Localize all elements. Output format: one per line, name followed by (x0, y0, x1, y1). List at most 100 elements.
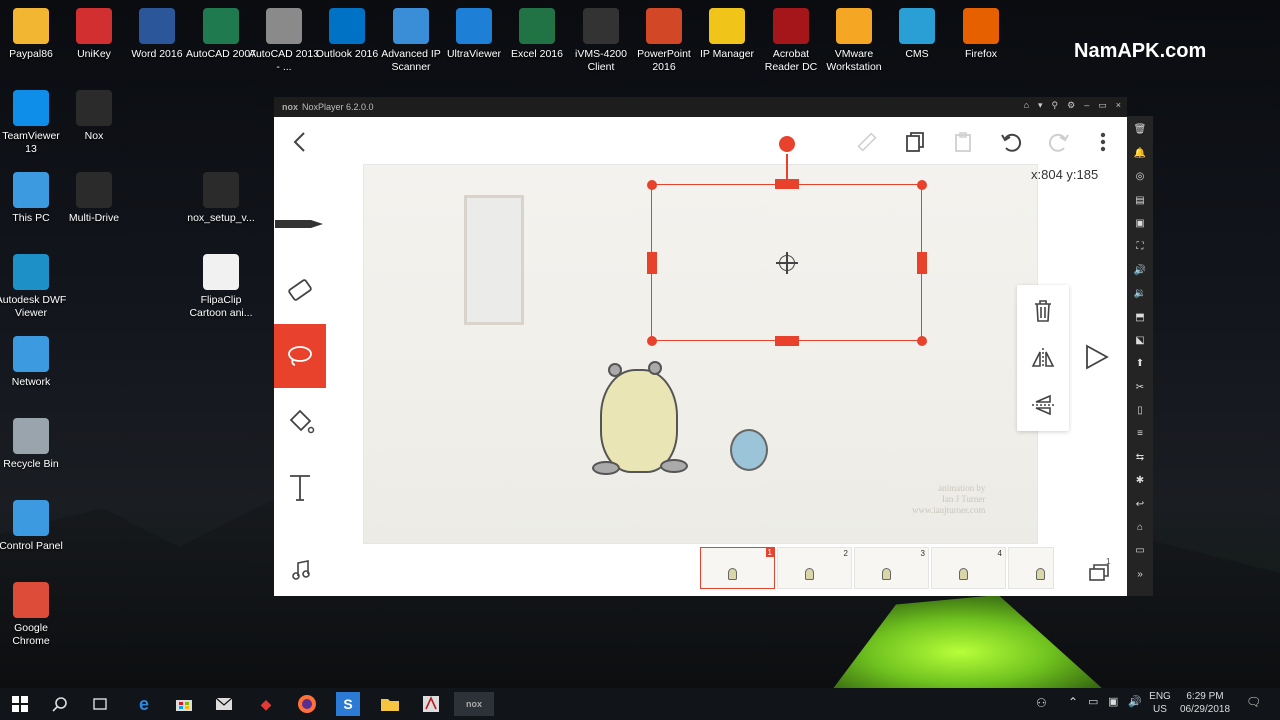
desktop-icon[interactable]: PowerPoint 2016 (628, 8, 700, 74)
desktop-icon[interactable]: UltraViewer (438, 8, 510, 61)
language-indicator[interactable]: ENG US (1148, 690, 1172, 716)
tray-chevron-icon[interactable]: ⌃ (1068, 696, 1078, 709)
desktop-icon[interactable]: Nox (58, 90, 130, 143)
undo-icon[interactable] (996, 127, 1026, 157)
desktop-icon[interactable]: Word 2016 (121, 8, 193, 61)
resize-handle-bottom[interactable] (775, 336, 799, 346)
desktop-icon[interactable]: This PC (0, 172, 67, 225)
resize-handle-top-left[interactable] (647, 180, 657, 190)
volume-icon[interactable]: 🔊 (1128, 696, 1142, 709)
desktop-icon[interactable]: Network (0, 336, 67, 389)
nox-side-tool-icon[interactable]: ▤ (1132, 191, 1148, 210)
nox-side-tool-icon[interactable]: ◎ (1132, 167, 1148, 186)
nox-side-tool-icon[interactable]: ▭ (1132, 541, 1148, 560)
text-tool-icon[interactable] (274, 456, 326, 520)
autocad-taskbar-icon[interactable] (419, 692, 443, 716)
settings-icon[interactable]: ⚙ (1067, 100, 1075, 111)
windows-start-icon[interactable] (8, 692, 32, 716)
desktop-icon[interactable]: Autodesk DWF Viewer (0, 254, 67, 320)
nox-side-tool-icon[interactable]: » (1132, 565, 1148, 584)
nox-side-tool-icon[interactable]: 🗑 (1132, 120, 1148, 139)
nox-side-tool-icon[interactable]: ⛶ (1132, 237, 1148, 256)
lasso-tool-icon[interactable] (274, 324, 326, 388)
copy-icon[interactable] (900, 127, 930, 157)
paste-icon[interactable] (948, 127, 978, 157)
frame-thumbnail[interactable]: 1 (700, 547, 775, 589)
desktop-icon[interactable]: Control Panel (0, 500, 67, 553)
nox-side-tool-icon[interactable]: 🔊 (1132, 261, 1148, 280)
nox-side-tool-icon[interactable]: ⬒ (1132, 308, 1148, 327)
desktop-icon[interactable]: UniKey (58, 8, 130, 61)
eraser-tool-icon[interactable] (274, 258, 326, 322)
nox-side-tool-icon[interactable]: ✂ (1132, 378, 1148, 397)
play-icon[interactable] (1084, 343, 1110, 378)
move-crosshair-icon[interactable] (776, 252, 798, 274)
desktop-icon[interactable]: Paypal86 (0, 8, 67, 61)
maximize-icon[interactable]: ▭ (1098, 100, 1107, 111)
nox-side-tool-icon[interactable]: ✱ (1132, 471, 1148, 490)
desktop-icon[interactable]: Google Chrome (0, 582, 67, 648)
rotate-handle[interactable] (779, 136, 795, 152)
desktop-icon[interactable]: iVMS-4200 Client (565, 8, 637, 74)
store-icon[interactable] (172, 692, 196, 716)
home-icon[interactable]: ⌂ (1024, 100, 1029, 111)
desktop-icon[interactable]: AutoCAD 2007 (185, 8, 257, 61)
network-tray-icon[interactable]: ▣ (1108, 696, 1118, 709)
nox-side-tool-icon[interactable]: ≡ (1132, 424, 1148, 443)
nox-side-tool-icon[interactable]: ▣ (1132, 214, 1148, 233)
close-icon[interactable]: × (1116, 100, 1121, 111)
nox-side-tool-icon[interactable]: ▯ (1132, 401, 1148, 420)
notifications-icon[interactable]: 🗨 (1246, 696, 1261, 709)
firefox-taskbar-icon[interactable] (295, 692, 319, 716)
nox-side-tool-icon[interactable]: ⬆ (1132, 354, 1148, 373)
nox-taskbar-icon[interactable]: nox (454, 692, 494, 716)
frame-thumbnail[interactable] (1008, 547, 1054, 589)
nox-side-tool-icon[interactable]: 🔔 (1132, 144, 1148, 163)
desktop-icon[interactable]: nox_setup_v... (185, 172, 257, 225)
dropdown-icon[interactable]: ▾ (1038, 100, 1043, 111)
frame-thumbnail[interactable]: 2 (777, 547, 852, 589)
search-icon[interactable] (48, 692, 72, 716)
redo-icon[interactable] (1044, 127, 1074, 157)
desktop-icon[interactable]: Firefox (945, 8, 1017, 61)
nox-side-tool-icon[interactable]: ⇆ (1132, 448, 1148, 467)
resize-handle-bottom-left[interactable] (647, 336, 657, 346)
desktop-icon[interactable]: IP Manager (691, 8, 763, 61)
desktop-icon[interactable]: Excel 2016 (501, 8, 573, 61)
nox-side-tool-icon[interactable]: ⬕ (1132, 331, 1148, 350)
nox-side-tool-icon[interactable]: ⌂ (1132, 518, 1148, 537)
fill-bucket-tool-icon[interactable] (274, 390, 326, 454)
desktop-icon[interactable]: Advanced IP Scanner (375, 8, 447, 74)
flip-horizontal-icon[interactable] (1027, 342, 1059, 374)
nox-side-tool-icon[interactable]: 🔉 (1132, 284, 1148, 303)
clock[interactable]: 6:29 PM 06/29/2018 (1176, 690, 1234, 716)
desktop-icon[interactable]: Multi-Drive (58, 172, 130, 225)
task-view-icon[interactable] (88, 692, 112, 716)
nox-side-tool-icon[interactable]: ↩ (1132, 495, 1148, 514)
app-red-icon[interactable]: ◆ (254, 692, 278, 716)
ruler-icon[interactable] (852, 127, 882, 157)
desktop-icon[interactable]: Outlook 2016 (311, 8, 383, 61)
minimize-icon[interactable]: – (1084, 100, 1089, 111)
frame-thumbnail[interactable]: 4 (931, 547, 1006, 589)
resize-handle-bottom-right[interactable] (917, 336, 927, 346)
resize-handle-top[interactable] (775, 179, 799, 189)
more-options-icon[interactable] (1088, 127, 1118, 157)
resize-handle-right[interactable] (917, 252, 927, 274)
desktop-icon[interactable]: FlipaClip Cartoon ani... (185, 254, 257, 320)
flip-vertical-icon[interactable] (1027, 389, 1059, 421)
back-arrow-icon[interactable] (284, 127, 314, 157)
music-note-icon[interactable] (290, 559, 312, 587)
resize-handle-left[interactable] (647, 252, 657, 274)
pen-tool-icon[interactable] (274, 192, 326, 256)
pin-icon[interactable]: ⚲ (1052, 100, 1059, 111)
frame-thumbnail[interactable]: 3 (854, 547, 929, 589)
desktop-icon[interactable]: AutoCAD 2013 - ... (248, 8, 320, 74)
nox-titlebar[interactable]: nox NoxPlayer 6.2.0.0 ⌂ ▾ ⚲ ⚙ – ▭ × (274, 97, 1127, 117)
sticky-s-icon[interactable]: S (336, 692, 360, 716)
desktop-icon[interactable]: TeamViewer 13 (0, 90, 67, 156)
file-explorer-icon[interactable] (378, 692, 402, 716)
edge-icon[interactable]: e (132, 692, 156, 716)
desktop-icon[interactable]: CMS (881, 8, 953, 61)
mail-icon[interactable] (212, 692, 236, 716)
